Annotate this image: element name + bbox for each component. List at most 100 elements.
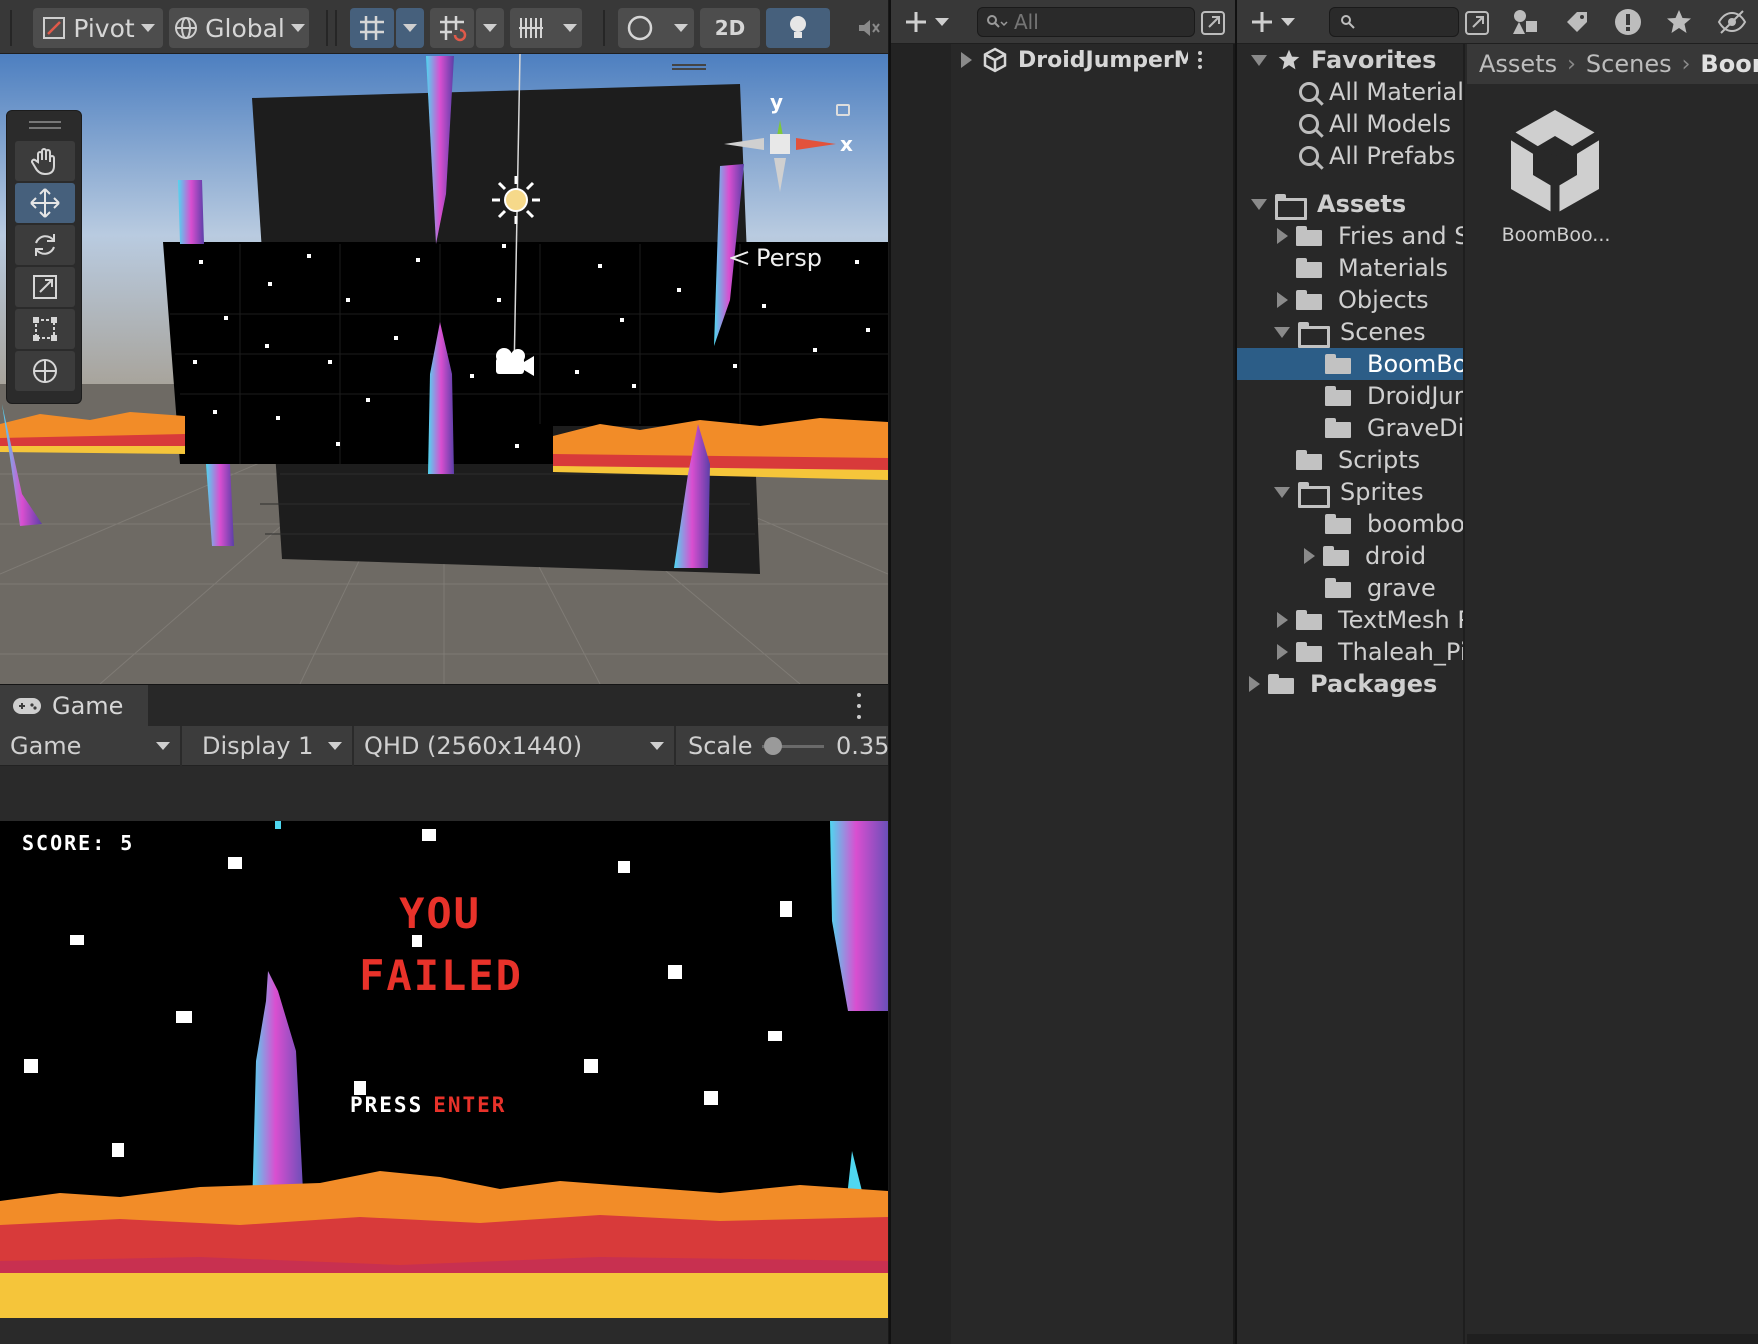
hierarchy-search-box[interactable] — [977, 7, 1195, 37]
press-enter-prompt: PRESS ENTER — [350, 1093, 506, 1117]
audio-mute-toggle[interactable] — [848, 8, 888, 48]
camera-icon[interactable] — [490, 346, 536, 378]
expand-arrow-icon[interactable] — [1274, 326, 1290, 338]
tree-folder[interactable]: DroidJum — [1237, 380, 1463, 412]
expand-arrow-icon[interactable] — [1277, 228, 1288, 244]
pivot-toggle[interactable]: Pivot — [33, 8, 163, 48]
tree-folder[interactable]: Scenes — [1237, 316, 1463, 348]
hierarchy-toolbar — [891, 0, 1235, 44]
chevron-down-icon — [1281, 18, 1295, 26]
projection-toggle[interactable]: Persp — [730, 244, 822, 272]
kebab-dot — [1198, 65, 1202, 69]
shading-mode-button[interactable] — [618, 8, 694, 48]
breadcrumb-item-current[interactable]: Boom — [1700, 50, 1758, 78]
rotate-tool-button[interactable] — [15, 225, 75, 265]
tree-folder[interactable]: TextMesh P — [1237, 604, 1463, 636]
favorite-item-label: All Models — [1329, 110, 1451, 138]
tree-folder[interactable]: Objects — [1237, 284, 1463, 316]
grid-visibility-button[interactable] — [510, 8, 582, 48]
expand-arrow-icon[interactable] — [1277, 612, 1288, 628]
increment-snap-dropdown[interactable] — [476, 8, 504, 48]
tree-folder[interactable]: grave — [1237, 572, 1463, 604]
tree-folder[interactable]: boombod — [1237, 508, 1463, 540]
filter-by-type-button[interactable] — [1511, 8, 1539, 36]
directional-light-icon[interactable] — [490, 174, 542, 226]
expand-arrow-icon[interactable] — [1277, 292, 1288, 308]
tree-folder[interactable]: Scripts — [1237, 444, 1463, 476]
expand-arrow-icon[interactable] — [961, 52, 972, 68]
tree-folder-selected[interactable]: BoomBoo — [1237, 348, 1463, 380]
persp-label: Persp — [756, 244, 822, 272]
assets-root[interactable]: Assets — [1237, 188, 1463, 220]
press-label: PRESS — [350, 1093, 424, 1117]
lighting-toggle[interactable] — [766, 8, 830, 48]
breadcrumb-item[interactable]: Assets — [1479, 50, 1557, 78]
expand-arrow-icon[interactable] — [1304, 548, 1315, 564]
project-add-button[interactable] — [1249, 8, 1305, 36]
scene-menu-icon[interactable] — [1198, 51, 1202, 69]
hand-tool-button[interactable] — [15, 141, 75, 181]
transform-tool-button[interactable] — [15, 351, 75, 391]
hierarchy-search-input[interactable] — [1014, 10, 1174, 34]
filter-by-label-button[interactable] — [1563, 8, 1591, 36]
scale-slider-thumb[interactable] — [764, 737, 782, 755]
tree-folder[interactable]: GraveDig — [1237, 412, 1463, 444]
scale-tool-button[interactable] — [15, 267, 75, 307]
favorite-item[interactable]: All Material — [1237, 76, 1463, 108]
orientation-gizmo[interactable]: y x — [700, 74, 870, 254]
palette-grip[interactable] — [29, 121, 61, 129]
toolbar-separator — [326, 10, 328, 46]
asset-item[interactable]: BoomBoo... — [1483, 106, 1613, 276]
expand-arrow-icon[interactable] — [1251, 198, 1267, 210]
game-tab-menu[interactable] — [856, 693, 862, 719]
tree-folder[interactable]: Fries and Sc — [1237, 220, 1463, 252]
hidden-packages-button[interactable] — [1717, 8, 1757, 36]
grid-snap-dropdown[interactable] — [396, 8, 424, 48]
grid-visibility-icon — [518, 18, 543, 38]
game-toolbar: Game Display 1 QHD (2560x1440) Scale 0.3… — [0, 726, 889, 766]
tree-folder[interactable]: droid — [1237, 540, 1463, 572]
global-toggle[interactable]: Global — [169, 8, 309, 48]
hierarchy-scene-row[interactable]: DroidJumperM — [891, 44, 1235, 76]
tab-game[interactable]: Game — [0, 685, 148, 727]
resolution-select[interactable]: QHD (2560x1440) — [354, 726, 676, 766]
expand-arrow-icon[interactable] — [1277, 644, 1288, 660]
expand-arrow-icon[interactable] — [1249, 676, 1260, 692]
hierarchy-add-button[interactable] — [903, 8, 959, 36]
game-view-select[interactable]: Game — [0, 726, 182, 766]
game-canvas[interactable]: SCORE: 5 YOU FAILED PRESS ENTER — [0, 821, 888, 1318]
folder-icon — [1296, 290, 1322, 310]
display-select[interactable]: Display 1 — [192, 726, 354, 766]
project-maximize-button[interactable] — [1463, 9, 1491, 37]
favorites-button[interactable] — [1665, 8, 1693, 36]
lock-icon[interactable] — [836, 104, 850, 116]
chevron-down-icon — [673, 24, 688, 32]
tree-folder[interactable]: Sprites — [1237, 476, 1463, 508]
tree-folder[interactable]: Materials — [1237, 252, 1463, 284]
packages-root[interactable]: Packages — [1237, 668, 1463, 700]
chevron-right-icon: › — [1567, 51, 1576, 77]
move-icon — [30, 188, 60, 218]
tree-folder[interactable]: Thaleah_Pix — [1237, 636, 1463, 668]
project-search-box[interactable] — [1329, 7, 1459, 37]
grid-snap-button[interactable] — [350, 8, 394, 48]
expand-arrow-icon[interactable] — [1251, 54, 1267, 66]
favorite-item[interactable]: All Models — [1237, 108, 1463, 140]
overlay-grip[interactable] — [672, 64, 706, 70]
breadcrumb-item[interactable]: Scenes — [1586, 50, 1672, 78]
scale-label: Scale — [688, 732, 753, 760]
scene-name: DroidJumperM — [1018, 47, 1188, 73]
expand-arrow-icon[interactable] — [1274, 486, 1290, 498]
scene-view[interactable]: y x Persp — [0, 54, 888, 684]
scene-toolbar: Pivot Global 2D — [0, 0, 888, 54]
hierarchy-maximize-button[interactable] — [1199, 9, 1227, 37]
rect-tool-button[interactable] — [15, 309, 75, 349]
move-tool-button[interactable] — [15, 183, 75, 223]
unity-scene-icon — [983, 47, 1007, 73]
mode-2d-button[interactable]: 2D — [700, 8, 760, 48]
increment-snap-button[interactable] — [430, 8, 474, 48]
console-warnings-button[interactable] — [1613, 7, 1643, 37]
favorite-item[interactable]: All Prefabs — [1237, 140, 1463, 172]
favorites-header[interactable]: Favorites — [1237, 44, 1463, 76]
grid-snap-icon — [360, 16, 384, 40]
